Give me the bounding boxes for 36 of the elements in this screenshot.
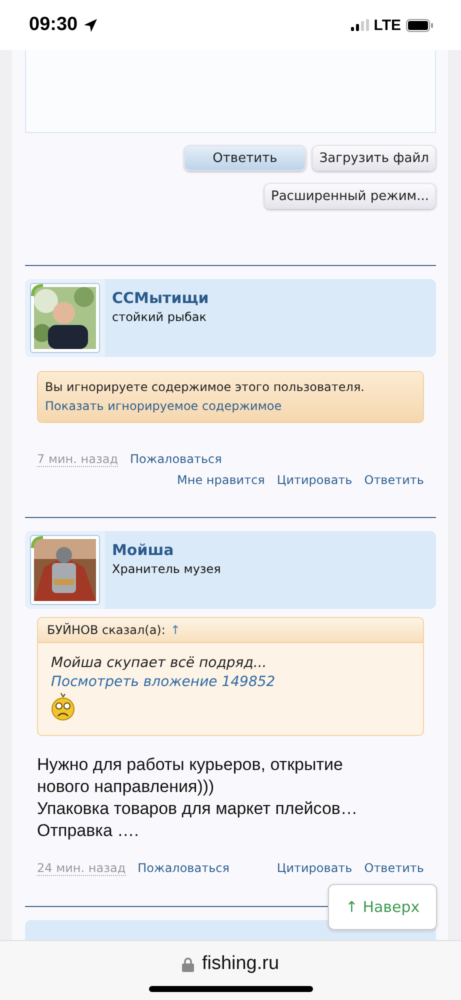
quote-source-link[interactable]: ↑ <box>170 623 180 638</box>
report-link[interactable]: Пожаловаться <box>138 861 230 876</box>
user-title: стойкий рыбак <box>112 310 208 324</box>
quote-author: БУЙНОВ сказал(а): <box>47 623 166 638</box>
location-arrow-icon <box>82 18 98 32</box>
post-action-link[interactable]: Мне нравится <box>177 473 265 488</box>
notice-text: Вы игнорируете содержимое этого пользователя. <box>45 380 366 394</box>
network-type: LTE <box>374 16 401 34</box>
post-text: Упаковка товаров для маркет плейсов… <box>37 798 358 820</box>
post-action-link[interactable]: Цитировать <box>276 861 352 876</box>
user-title: Хранитель музея <box>112 562 221 576</box>
sad-smiley-icon <box>51 693 75 722</box>
upload-button[interactable]: Загрузить файл <box>312 145 436 172</box>
post-action-link[interactable]: Ответить <box>364 473 424 488</box>
post-text: Отправка …. <box>37 820 140 842</box>
post-action-link[interactable]: Ответить <box>364 861 424 876</box>
author-link[interactable]: Мойша <box>112 541 221 560</box>
url-bar[interactable]: fishing.ru <box>0 940 461 1000</box>
back-to-top-button[interactable]: ↑ Наверх <box>328 884 437 930</box>
signal-icon <box>350 19 369 31</box>
show-content-link[interactable]: Показать игнорируемое содержимое <box>45 399 416 414</box>
report-link[interactable]: Пожаловаться <box>130 452 222 466</box>
author-link[interactable]: ССМытищи <box>112 289 209 308</box>
url-domain: fishing.ru <box>202 953 280 975</box>
attachment-link[interactable]: Посмотреть вложение 149852 <box>51 674 410 690</box>
lock-icon <box>182 956 194 972</box>
advanced-mode-button[interactable]: Расширенный режим... <box>264 183 436 210</box>
battery-icon <box>406 18 433 32</box>
post-text: Нужно для работы курьеров, открытие нового направления))) <box>37 754 344 798</box>
corner-leaf-icon <box>31 536 43 548</box>
reply-button[interactable]: Ответить <box>184 145 306 172</box>
message-input[interactable] <box>25 50 436 134</box>
quote-text: Мойша скупает всё подряд... <box>51 655 268 672</box>
post-action-link[interactable]: Цитировать <box>276 473 352 488</box>
corner-leaf-icon <box>31 284 43 296</box>
status-time: 09:30 <box>29 14 78 36</box>
